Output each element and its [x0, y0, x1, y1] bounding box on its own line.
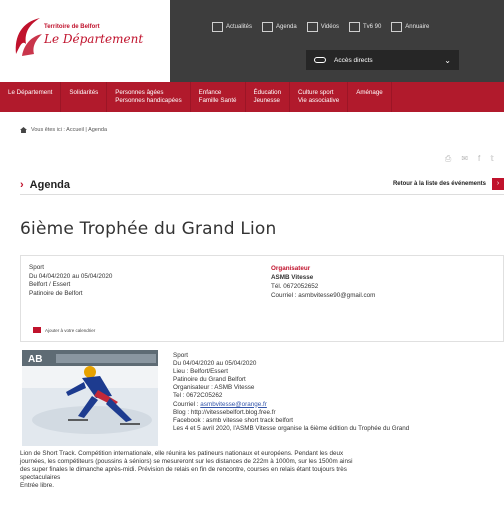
description-line-6: Entrée libre.: [20, 481, 54, 489]
detail-patinoire: Patinoire du Grand Belfort: [173, 376, 246, 384]
nav-label: Aménage: [356, 89, 383, 96]
detail-category: Sport: [173, 352, 189, 359]
nav-item-amenagement[interactable]: Aménage: [348, 82, 392, 112]
nav-label: Éducation: [253, 89, 282, 96]
organizer-phone: Tél. 0672052652: [271, 283, 319, 290]
add-to-calendar-link[interactable]: Ajouter à votre calendrier: [33, 327, 95, 333]
toplink-actualites[interactable]: Actualités: [212, 22, 252, 32]
organizer-name: ASMB Vitesse: [271, 274, 314, 281]
detail-courriel: Courriel : asmbvitesse@orange.fr: [173, 401, 409, 409]
nav-item-education[interactable]: Éducation Jeunesse: [246, 82, 291, 112]
description-line-3: journées, les compétiteurs (poussins à s…: [20, 457, 353, 465]
nav-sublabel: Personnes handicapées: [115, 96, 182, 104]
chevron-right-icon: ›: [20, 179, 24, 191]
courriel-link[interactable]: asmbvitesse@orange.fr: [200, 401, 267, 408]
acces-directs-dropdown[interactable]: Accès directs ⌄: [306, 50, 459, 70]
description-line-2: Lion de Short Track. Compétition interna…: [20, 450, 344, 457]
logo[interactable]: Territoire de Belfort Le Département: [0, 0, 170, 82]
organizer-label: Organisateur: [271, 265, 311, 272]
courriel-label: Courriel :: [173, 400, 201, 408]
detail-blog[interactable]: Blog : http://vitessebelfort.blog.free.f…: [173, 409, 409, 417]
event-photo: AB: [22, 350, 158, 446]
toplink-tv[interactable]: Tv6 90: [348, 22, 382, 32]
skater-image: AB: [22, 350, 158, 446]
nav-sublabel: Famille Santé: [198, 96, 237, 104]
svg-text:AB: AB: [28, 354, 42, 365]
logo-subtitle: Territoire de Belfort: [44, 24, 100, 30]
detail-lieu: Lieu : Belfort/Essert: [173, 368, 228, 376]
print-icon[interactable]: ⎙: [445, 154, 451, 164]
section-title: › Agenda: [20, 179, 70, 191]
toplink-annuaire[interactable]: Annuaire: [391, 22, 429, 32]
news-icon: [212, 22, 223, 32]
top-links: Actualités Agenda Vidéos Tv6 90 Annuaire: [212, 22, 429, 32]
event-category: Sport: [29, 264, 45, 271]
toplink-label: Agenda: [276, 24, 297, 30]
tv-icon: [348, 22, 360, 32]
nav-label: Enfance: [198, 89, 222, 96]
event-place: Belfort / Essert: [29, 281, 71, 288]
detail-facebook: Facebook : asmb vitesse short track belf…: [173, 416, 294, 424]
nav-item-departement[interactable]: Le Département: [0, 82, 62, 112]
event-summary: Sport Du 04/04/2020 au 05/04/2020 Belfor…: [29, 264, 112, 298]
site-header: Territoire de Belfort Le Département Act…: [0, 0, 504, 82]
nav-label: Le Département: [8, 89, 53, 96]
home-icon[interactable]: [20, 127, 27, 133]
main-nav: Le Département Solidarités Personnes âgé…: [0, 82, 504, 112]
back-to-list-link[interactable]: Retour à la liste des événements: [393, 181, 486, 187]
nav-label: Culture sport: [298, 89, 334, 96]
toplink-label: Annuaire: [405, 24, 430, 30]
nav-item-culture[interactable]: Culture sport Vie associative: [290, 82, 349, 112]
link-icon: [314, 57, 326, 63]
description-line-5: spectaculaires: [20, 473, 61, 481]
nav-item-solidarites[interactable]: Solidarités: [61, 82, 108, 112]
lion-logo-icon: [15, 18, 42, 56]
breadcrumb-text[interactable]: Vous êtes ici : Accueil | Agenda: [31, 127, 107, 133]
organizer-block: Organisateur ASMB Vitesse Tél. 067205265…: [271, 264, 375, 300]
agenda-header: › Agenda Retour à la liste des événements…: [20, 177, 504, 195]
toplink-agenda[interactable]: Agenda: [262, 22, 297, 32]
share-tools: ⎙ ✉ f 𝕥: [445, 154, 494, 164]
mail-icon[interactable]: ✉: [461, 154, 468, 164]
event-dates: Du 04/04/2020 au 05/04/2020: [29, 272, 113, 280]
event-venue: Patinoire de Belfort: [29, 289, 83, 297]
calendar-icon: [262, 22, 274, 32]
nav-item-personnes[interactable]: Personnes âgées Personnes handicapées: [107, 82, 191, 112]
facebook-icon[interactable]: f: [478, 154, 480, 164]
toplink-label: Tv6 90: [362, 24, 382, 30]
directory-icon: [391, 22, 403, 32]
toplink-label: Vidéos: [320, 24, 339, 30]
nav-label: Solidarités: [69, 89, 99, 96]
event-info-box: Sport Du 04/04/2020 au 05/04/2020 Belfor…: [20, 255, 504, 342]
logo-title: Le Département: [44, 32, 144, 46]
toplink-videos[interactable]: Vidéos: [306, 22, 339, 32]
twitter-icon[interactable]: 𝕥: [490, 154, 494, 164]
detail-tel: Tel : 0672C05262: [173, 392, 223, 400]
event-details: Sport Du 04/04/2020 au 05/04/2020 Lieu :…: [173, 352, 409, 433]
detail-organisateur: Organisateur : ASMB Vitesse: [173, 384, 255, 392]
detail-dates: Du 04/04/2020 au 05/04/2020: [173, 360, 257, 368]
add-to-calendar-label: Ajouter à votre calendrier: [45, 327, 96, 333]
description-line-1: Les 4 et 5 avril 2020, l'ASMB Vitesse or…: [173, 424, 410, 432]
nav-item-enfance[interactable]: Enfance Famille Santé: [191, 82, 246, 112]
organizer-email[interactable]: Courriel : asmbvitesse90@gmail.com: [271, 291, 375, 300]
description-line-4: des super finales le dimanche après-midi…: [20, 465, 347, 473]
section-title-label: Agenda: [29, 179, 71, 191]
arrow-right-icon[interactable]: ›: [492, 178, 504, 190]
page-title: 6ième Trophée du Grand Lion: [20, 219, 277, 239]
nav-label: Personnes âgées: [115, 89, 164, 96]
video-icon: [306, 22, 318, 32]
chevron-down-icon: ⌄: [444, 55, 451, 65]
event-description: Lion de Short Track. Compétition interna…: [20, 450, 504, 490]
nav-sublabel: Vie associative: [298, 96, 340, 104]
breadcrumb: Vous êtes ici : Accueil | Agenda: [20, 127, 107, 133]
calendar-add-icon: [33, 327, 41, 333]
nav-sublabel: Jeunesse: [253, 96, 281, 104]
toplink-label: Actualités: [226, 24, 253, 30]
acces-directs-label: Accès directs: [334, 56, 373, 64]
